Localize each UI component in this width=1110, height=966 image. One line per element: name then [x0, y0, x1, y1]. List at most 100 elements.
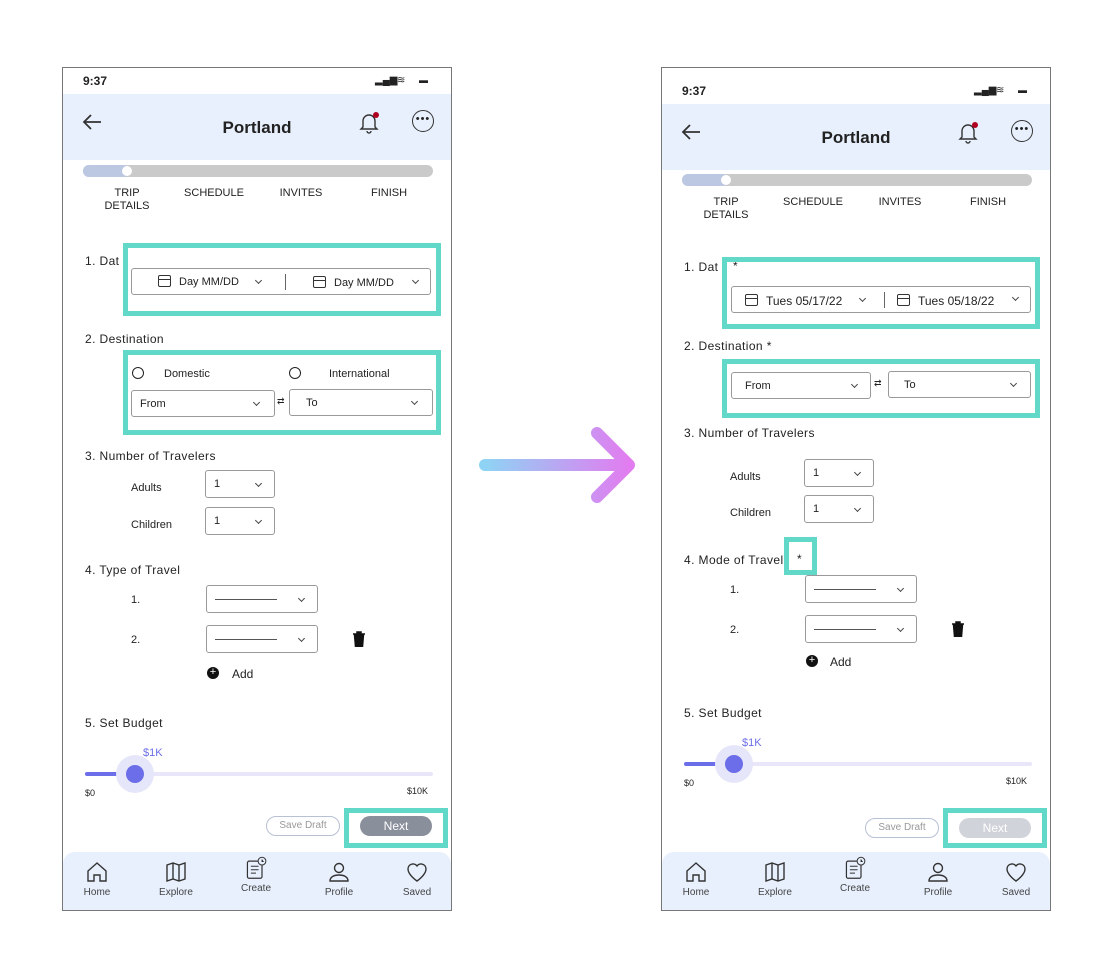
step-schedule[interactable]: SCHEDULE [179, 187, 249, 200]
more-options-icon[interactable]: ••• [1011, 120, 1033, 142]
nav-profile[interactable]: Profile [309, 860, 369, 898]
travel-mode-select-1[interactable] [805, 575, 917, 603]
highlight-next [344, 808, 448, 848]
children-select[interactable]: 1 [804, 495, 874, 523]
travel-row-1-label: 1. [730, 584, 740, 596]
step-trip-details[interactable]: TRIP DETAILS [97, 187, 157, 213]
nav-saved[interactable]: Saved [387, 860, 447, 898]
section-dates-heading: 1. Dat [85, 254, 120, 268]
nav-home-label: Home [83, 887, 111, 898]
nav-profile-label: Profile [923, 887, 953, 898]
chevron-down-icon [254, 516, 263, 525]
transition-arrow-icon [479, 427, 635, 503]
step-finish[interactable]: FINISH [958, 196, 1018, 209]
bottom-nav: Home Explore Create Profile Saved [662, 852, 1050, 910]
step-invites[interactable]: INVITES [271, 187, 331, 200]
trash-icon[interactable] [951, 621, 965, 637]
page-title: Portland [821, 128, 891, 147]
budget-min-label: $0 [684, 778, 695, 788]
travel-mode-select-2[interactable] [805, 615, 917, 643]
nav-saved-label: Saved [402, 887, 432, 898]
save-draft-button[interactable]: Save Draft [266, 816, 340, 836]
highlight-destination [722, 359, 1040, 418]
notification-bell-icon[interactable] [958, 122, 978, 144]
nav-explore[interactable]: Explore [146, 860, 206, 898]
save-draft-button[interactable]: Save Draft [865, 818, 939, 838]
nav-home[interactable]: Home [67, 860, 127, 898]
add-circle-icon[interactable]: + [207, 667, 219, 679]
step-label-trip: TRIP DETAILS [104, 187, 150, 212]
placeholder-line [814, 629, 876, 630]
chevron-down-icon [254, 479, 263, 488]
phone-before: 9:37 ▂▄▆ ≋ ▬ Portland ••• TRIP DETAILS S… [62, 67, 452, 911]
step-schedule[interactable]: SCHEDULE [778, 196, 848, 209]
budget-value-label: $1K [742, 737, 762, 749]
section-travelers-heading: 3. Number of Travelers [85, 449, 216, 463]
nav-create[interactable]: Create [825, 856, 885, 894]
budget-slider-knob[interactable] [724, 755, 743, 773]
step-label-finish: FINISH [370, 187, 408, 199]
heart-icon [407, 863, 427, 882]
travel-type-select-1[interactable] [206, 585, 318, 613]
map-icon [765, 862, 785, 882]
profile-icon [928, 862, 948, 882]
nav-profile[interactable]: Profile [908, 860, 968, 898]
step-trip-details[interactable]: TRIP DETAILS [696, 196, 756, 222]
children-value: 1 [214, 515, 221, 527]
nav-home[interactable]: Home [666, 860, 726, 898]
status-time: 9:37 [682, 84, 707, 98]
notification-dot [373, 112, 379, 118]
highlight-next [943, 808, 1047, 848]
more-options-icon[interactable]: ••• [412, 110, 434, 132]
children-select[interactable]: 1 [205, 507, 275, 535]
nav-profile-label: Profile [324, 887, 354, 898]
budget-slider-knob[interactable] [125, 765, 144, 783]
adults-value: 1 [813, 467, 820, 479]
progress-knob [721, 175, 731, 185]
placeholder-line [215, 599, 277, 600]
add-travel-link[interactable]: Add [232, 667, 253, 681]
create-document-icon [246, 856, 267, 879]
nav-saved[interactable]: Saved [986, 860, 1046, 898]
wifi-icon: ≋ [397, 75, 406, 86]
adults-select[interactable]: 1 [205, 470, 275, 498]
trash-icon[interactable] [352, 631, 366, 647]
highlight-destination [123, 350, 441, 435]
section-budget-heading: 5. Set Budget [85, 716, 163, 730]
step-label-invites: INVITES [279, 187, 323, 199]
heart-icon [1006, 863, 1026, 882]
section-travelers-heading: 3. Number of Travelers [684, 426, 815, 440]
nav-explore[interactable]: Explore [745, 860, 805, 898]
status-time: 9:37 [83, 74, 108, 88]
map-icon [166, 862, 186, 882]
travel-type-select-2[interactable] [206, 625, 318, 653]
highlight-mode-asterisk [784, 537, 817, 575]
travel-row-2-label: 2. [730, 624, 740, 636]
app-header: Portland ••• [63, 94, 451, 160]
section-travel-mode-heading: 4. Mode of Travel [684, 553, 784, 567]
page-title: Portland [222, 118, 292, 137]
budget-value-label: $1K [143, 747, 163, 759]
status-bar: 9:37 ▂▄▆ ≋ ▬ [662, 78, 1050, 104]
step-finish[interactable]: FINISH [359, 187, 419, 200]
nav-saved-label: Saved [1001, 887, 1031, 898]
adults-label: Adults [730, 471, 761, 483]
adults-value: 1 [214, 478, 221, 490]
step-invites[interactable]: INVITES [870, 196, 930, 209]
progress-track [682, 174, 1032, 186]
highlight-dates [123, 243, 441, 316]
adults-select[interactable]: 1 [804, 459, 874, 487]
nav-home-label: Home [682, 887, 710, 898]
children-label: Children [131, 519, 172, 531]
progress-knob [122, 166, 132, 176]
notification-bell-icon[interactable] [359, 112, 379, 134]
nav-create[interactable]: Create [226, 856, 286, 894]
section-dates-heading: 1. Dat [684, 260, 719, 274]
add-circle-icon[interactable]: + [806, 655, 818, 667]
section-destination-heading: 2. Destination [85, 332, 164, 346]
chevron-down-icon [853, 468, 862, 477]
nav-explore-label: Explore [159, 887, 193, 898]
wifi-icon: ≋ [996, 85, 1005, 96]
add-travel-link[interactable]: Add [830, 655, 851, 669]
chevron-down-icon [853, 504, 862, 513]
